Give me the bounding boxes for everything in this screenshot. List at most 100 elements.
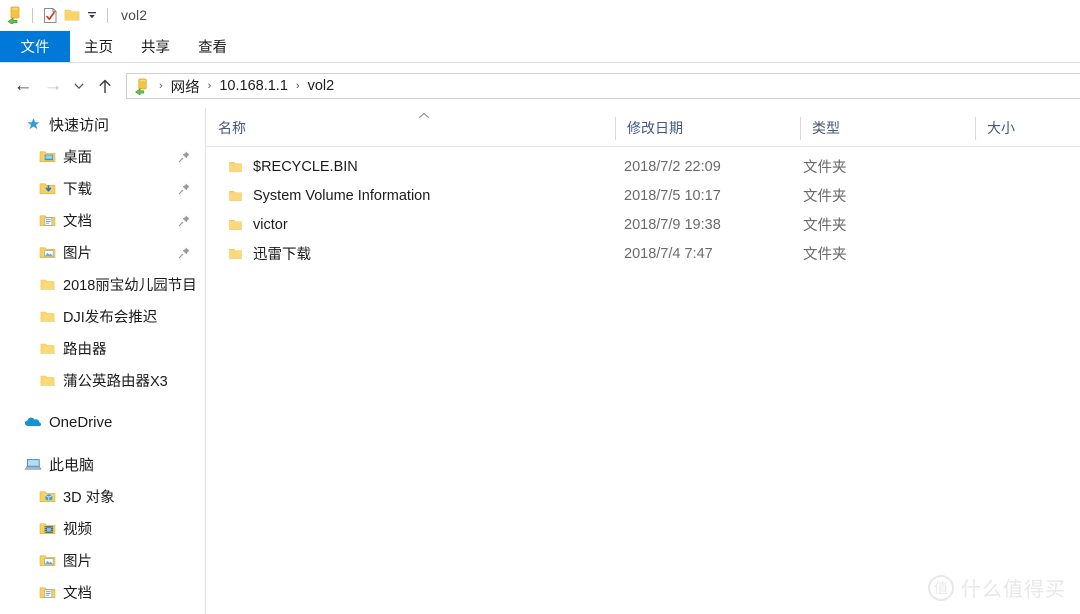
file-name-cell[interactable]: victor — [228, 217, 288, 233]
folder-icon — [38, 275, 56, 293]
sidebar-item-onedrive[interactable]: OneDrive — [0, 406, 205, 438]
sidebar-item-folder-4[interactable]: 蒲公英路由器X3 — [0, 364, 205, 396]
ribbon-tab-bar: 文件 主页 共享 查看 — [0, 31, 1080, 62]
file-date-cell: 2018/7/5 10:17 — [624, 187, 721, 204]
file-list: $RECYCLE.BIN 2018/7/2 22:09 文件夹 System V… — [206, 152, 1080, 614]
up-button[interactable] — [90, 71, 120, 101]
properties-icon[interactable] — [39, 4, 61, 26]
customize-quick-access-caret-icon[interactable] — [83, 4, 101, 26]
title-bar: vol2 — [0, 0, 1080, 30]
tab-file[interactable]: 文件 — [0, 31, 70, 62]
videos-folder-icon — [38, 519, 56, 537]
sidebar-item-pictures[interactable]: 图片 — [0, 236, 205, 268]
breadcrumb-separator: › — [159, 80, 163, 92]
address-bar[interactable]: › 网络 › 10.168.1.1 › vol2 — [126, 73, 1080, 99]
tab-share[interactable]: 共享 — [127, 31, 184, 62]
table-row[interactable]: System Volume Information 2018/7/5 10:17… — [206, 181, 1080, 210]
star-icon — [24, 115, 42, 133]
file-date-cell: 2018/7/4 7:47 — [624, 245, 713, 262]
folder-icon — [228, 189, 243, 203]
sidebar-label: 快速访问 — [49, 116, 110, 134]
sidebar-item-quick-access[interactable]: 快速访问 — [0, 108, 205, 140]
column-header-label: 名称 — [218, 120, 246, 136]
sidebar-item-videos[interactable]: 视频 — [0, 512, 205, 544]
column-divider[interactable] — [800, 117, 801, 140]
sidebar-item-folder-2[interactable]: DJI发布会推迟 — [0, 300, 205, 332]
breadcrumb-host[interactable]: 10.168.1.1 — [216, 78, 291, 94]
column-header-name[interactable]: 名称 — [206, 110, 615, 146]
recent-locations-button[interactable] — [68, 71, 90, 101]
file-type-cell: 文件夹 — [803, 218, 847, 234]
sidebar-label: OneDrive — [49, 413, 113, 431]
toolbar-separator-1 — [32, 7, 33, 23]
column-header-label: 修改日期 — [627, 120, 683, 136]
column-divider[interactable] — [975, 117, 976, 140]
sidebar-item-3d-objects[interactable]: 3D 对象 — [0, 480, 205, 512]
sidebar-label: 路由器 — [63, 341, 107, 358]
navigation-pane: 快速访问 桌面 下载 文档 图片 2018丽宝幼儿园节目 DJI发布会推迟 路由… — [0, 108, 205, 614]
file-name-cell[interactable]: System Volume Information — [228, 188, 430, 204]
sidebar-label: 图片 — [63, 245, 92, 262]
breadcrumb-separator: › — [207, 80, 212, 92]
breadcrumb-vol2[interactable]: vol2 — [305, 78, 338, 94]
file-name-cell[interactable]: 迅雷下载 — [228, 243, 311, 264]
folder-icon — [228, 218, 243, 232]
pin-icon[interactable] — [178, 182, 191, 195]
column-divider[interactable] — [615, 117, 616, 140]
sidebar-item-folder-3[interactable]: 路由器 — [0, 332, 205, 364]
file-name: $RECYCLE.BIN — [253, 158, 358, 175]
column-header-type[interactable]: 类型 — [800, 110, 975, 146]
sidebar-label: 文档 — [63, 585, 92, 602]
network-drive-icon[interactable] — [4, 4, 26, 26]
column-header-label: 类型 — [812, 120, 840, 136]
address-bar-row: ← → › 网络 › 10.168.1.1 › vol2 — [0, 68, 1080, 104]
table-row[interactable]: $RECYCLE.BIN 2018/7/2 22:09 文件夹 — [206, 152, 1080, 181]
tab-view[interactable]: 查看 — [184, 31, 241, 62]
sidebar-label: 2018丽宝幼儿园节目 — [63, 277, 197, 294]
forward-button[interactable]: → — [38, 71, 68, 101]
sidebar-item-downloads[interactable]: 下载 — [0, 172, 205, 204]
file-type-cell: 文件夹 — [803, 189, 847, 205]
sidebar-item-documents-pc[interactable]: 文档 — [0, 576, 205, 608]
desktop-folder-icon — [38, 147, 56, 165]
tab-home[interactable]: 主页 — [70, 31, 127, 62]
sidebar-item-folder-1[interactable]: 2018丽宝幼儿园节目 — [0, 268, 205, 300]
pin-icon[interactable] — [178, 246, 191, 259]
sidebar-item-desktop[interactable]: 桌面 — [0, 140, 205, 172]
file-name-cell[interactable]: $RECYCLE.BIN — [228, 159, 358, 175]
file-date-cell: 2018/7/2 22:09 — [624, 158, 721, 175]
3d-objects-folder-icon — [38, 487, 56, 505]
sidebar-item-documents[interactable]: 文档 — [0, 204, 205, 236]
folder-icon — [38, 307, 56, 325]
pin-icon[interactable] — [178, 214, 191, 227]
sidebar-label: 3D 对象 — [63, 489, 115, 506]
table-row[interactable]: victor 2018/7/9 19:38 文件夹 — [206, 210, 1080, 239]
pictures-folder-icon — [38, 243, 56, 261]
breadcrumb-network[interactable]: 网络 — [168, 76, 203, 97]
file-name: victor — [253, 216, 288, 233]
sidebar-label: 视频 — [63, 521, 92, 538]
pin-icon[interactable] — [178, 150, 191, 163]
folder-icon — [228, 247, 243, 261]
onedrive-cloud-icon — [24, 413, 42, 431]
table-row[interactable]: 迅雷下载 2018/7/4 7:47 文件夹 — [206, 239, 1080, 268]
back-button[interactable]: ← — [8, 71, 38, 101]
sidebar-label: 图片 — [63, 553, 92, 570]
sort-ascending-caret-icon — [418, 111, 430, 122]
column-header-size[interactable]: 大小 — [975, 110, 1080, 146]
sidebar-item-this-pc[interactable]: 此电脑 — [0, 448, 205, 480]
pictures-folder-icon — [38, 551, 56, 569]
documents-folder-icon — [38, 583, 56, 601]
file-type-cell: 文件夹 — [803, 247, 847, 263]
column-header-row: 名称 修改日期 类型 大小 — [206, 110, 1080, 146]
file-name: System Volume Information — [253, 187, 431, 204]
column-header-date-modified[interactable]: 修改日期 — [615, 110, 800, 146]
file-type-cell: 文件夹 — [803, 160, 847, 176]
window-title: vol2 — [121, 7, 148, 23]
folder-icon — [38, 371, 56, 389]
file-date-cell: 2018/7/9 19:38 — [624, 216, 721, 233]
new-folder-icon[interactable] — [61, 4, 83, 26]
sidebar-item-pictures-pc[interactable]: 图片 — [0, 544, 205, 576]
folder-icon — [38, 339, 56, 357]
